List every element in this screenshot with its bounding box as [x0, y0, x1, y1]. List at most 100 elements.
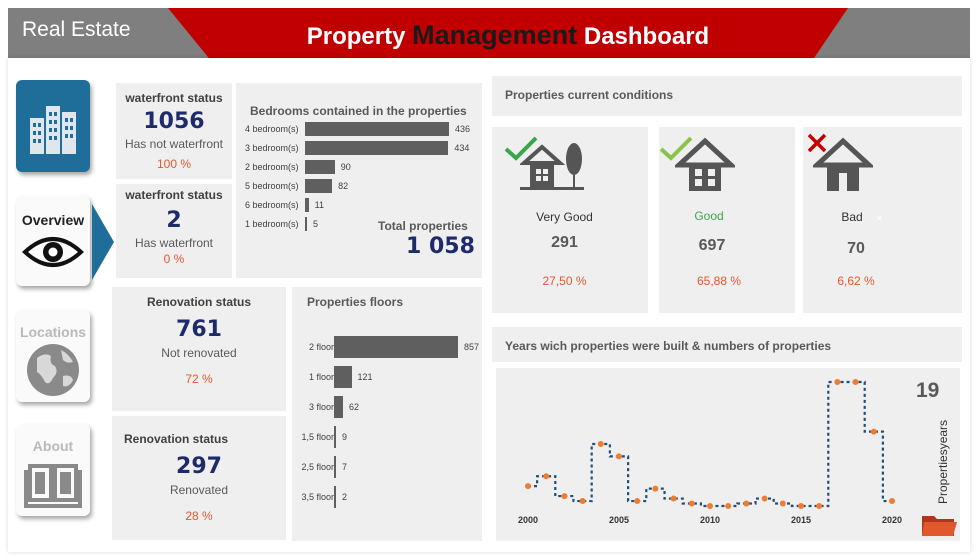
bedroom-bar-value: 436: [455, 124, 471, 134]
bedrooms-title: Bedrooms contained in the properties: [250, 104, 467, 118]
x-tick-label: 2015: [791, 515, 811, 525]
years-data-point: [707, 503, 713, 509]
eye-icon: [22, 237, 84, 267]
years-data-point: [688, 500, 695, 507]
bad-pct: 6,62 %: [837, 274, 875, 288]
years-data-point: [725, 503, 732, 509]
nav-overview-button[interactable]: Overview: [16, 196, 90, 286]
bad-value: 70: [847, 240, 865, 257]
renovation-no-value: 761: [176, 317, 222, 342]
x-tick-label: 2020: [882, 515, 902, 525]
years-data-point: [743, 500, 750, 507]
years-data-point: [670, 495, 677, 502]
property-years-label: Propertiesyears: [936, 419, 950, 504]
bedroom-bar-row: 5 bedroom(s) 82: [245, 179, 348, 193]
years-data-point: [597, 441, 604, 447]
folder-icon: [922, 516, 957, 536]
total-properties-value: 1 058: [406, 234, 475, 259]
waterfront-yes-pct: 0 %: [163, 252, 185, 266]
property-years-count: 19: [916, 379, 940, 402]
house-icon: [813, 137, 873, 191]
years-data-point: [561, 493, 568, 500]
nav-about-label: About: [32, 438, 74, 454]
nav-overview-label: Overview: [21, 212, 85, 228]
floor-bar-row: 3,5 floor 2: [300, 486, 347, 508]
floor-bar-row: 3 floor 62: [300, 396, 359, 418]
floor-bar-value: 121: [357, 372, 373, 382]
years-chart-card: 2000 2005 2010 2015 2020 19 Propertiesyears: [496, 368, 960, 541]
very-good-value: 291: [551, 234, 578, 251]
bedroom-bar-label: 3 bedroom(s): [245, 143, 299, 153]
bedroom-bar-value: 5: [313, 219, 319, 229]
globe-icon: [27, 344, 79, 396]
years-data-point: [889, 498, 895, 505]
years-line-chart: 2000 2005 2010 2015 2020: [518, 379, 902, 525]
floor-bar: [334, 426, 336, 448]
waterfront-no-label: Has not waterfront: [124, 137, 224, 151]
total-properties-label: Total properties: [378, 219, 468, 233]
floors-card: Properties floors 2 floor 857 1 floor 121 3 …: [292, 287, 482, 541]
floor-bar: [334, 396, 343, 418]
floor-bar-value: 857: [464, 342, 480, 352]
buildings-icon: [30, 106, 76, 154]
years-data-point: [652, 485, 659, 492]
floor-bar: [334, 336, 458, 358]
nav-about-button[interactable]: About: [16, 424, 90, 516]
renovation-no-label: Not renovated: [161, 346, 237, 360]
bedroom-bar-value: 82: [338, 181, 349, 191]
bedroom-bar-label: 6 bedroom(s): [245, 200, 299, 210]
bedroom-bar: [305, 141, 449, 155]
bedroom-bar-value: 11: [314, 200, 324, 210]
nav-home-button[interactable]: [16, 80, 90, 172]
waterfront-no-pct: 100 %: [156, 157, 192, 171]
bedroom-bar-value: 90: [340, 162, 351, 172]
floor-bar-row: 1 floor 121: [300, 366, 373, 388]
renovation-yes-value: 297: [176, 454, 222, 479]
years-title: Years wich properties were built & numbe…: [505, 339, 832, 353]
bad-label: Bad: [841, 210, 863, 224]
years-data-point: [779, 500, 786, 507]
floor-bar-row: 1,5 floor 9: [300, 426, 347, 448]
years-data-point: [870, 428, 877, 435]
very-good-pct: 27,50 %: [542, 274, 587, 288]
condition-bad-card: Bad × 70 6,62 %: [803, 127, 962, 313]
book-icon: [24, 464, 82, 508]
header-bar: Real Estate Property Management Dashboar…: [8, 8, 970, 58]
years-data-point: [634, 498, 641, 505]
bad-close-mark: ×: [876, 211, 884, 225]
bedrooms-card: Bedrooms contained in the properties 4 b…: [236, 83, 482, 278]
floor-bar-value: 62: [348, 402, 359, 412]
floor-bar: [334, 456, 336, 478]
waterfront-yes-card: waterfront status 2 Has waterfront 0 %: [116, 184, 232, 278]
years-data-point: [852, 379, 859, 385]
bedroom-bar: [305, 122, 449, 136]
renovation-yes-label: Renovated: [169, 483, 229, 497]
x-tick-label: 2005: [609, 515, 629, 525]
bedroom-bar-label: 1 bedroom(s): [245, 219, 299, 229]
years-series-line: [528, 380, 892, 508]
years-data-point: [761, 495, 768, 502]
floor-bar-value: 9: [342, 432, 348, 442]
waterfront-yes-label: Has waterfront: [134, 236, 214, 250]
house-with-tree-icon: [520, 143, 584, 190]
floor-bar-value: 2: [342, 492, 348, 502]
bedroom-bar-value: 434: [454, 143, 470, 153]
floor-bar: [334, 366, 352, 388]
conditions-header: Properties current conditions: [492, 76, 962, 116]
x-tick-label: 2010: [700, 515, 720, 525]
renovation-no-pct: 72 %: [185, 372, 213, 386]
good-label: Good: [694, 209, 724, 223]
x-tick-label: 2000: [518, 515, 538, 525]
bedroom-bar-row: 1 bedroom(s) 5: [245, 217, 318, 231]
renovation-no-title: Renovation status: [146, 295, 251, 309]
nav-locations-button[interactable]: Locations: [16, 310, 90, 402]
renovation-no-card: Renovation status 761 Not renovated 72 %: [112, 287, 286, 411]
good-pct: 65,88 %: [696, 274, 742, 288]
page-title: Property Management Dashboard: [306, 20, 710, 50]
active-pointer-icon: [92, 204, 114, 280]
years-data-point: [834, 379, 841, 385]
house-icon: [675, 137, 735, 191]
floor-bar: [334, 486, 336, 508]
waterfront-yes-title: waterfront status: [125, 188, 223, 202]
bedroom-bar-row: 6 bedroom(s) 11: [245, 198, 324, 212]
